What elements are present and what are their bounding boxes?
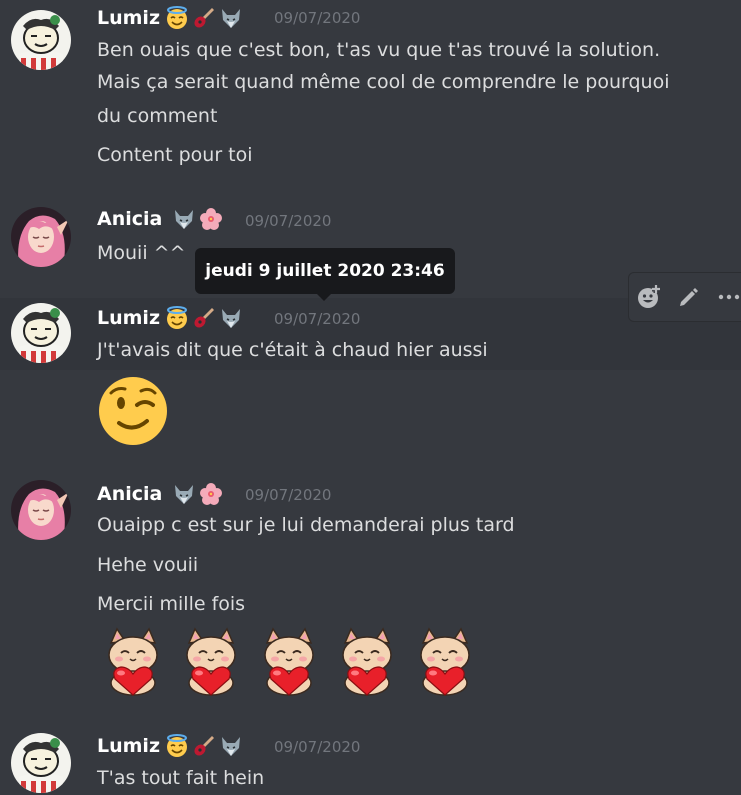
guitar-emoji-icon bbox=[192, 6, 216, 30]
wolf-emoji-icon bbox=[219, 734, 243, 758]
message-line: Mouii ^^ bbox=[97, 242, 186, 264]
wolf-emoji-icon bbox=[172, 482, 196, 506]
add-reaction-button[interactable] bbox=[629, 273, 669, 321]
cat-heart-emoji bbox=[253, 625, 325, 697]
avatar-lumiz[interactable] bbox=[11, 10, 71, 70]
username-badges bbox=[165, 6, 243, 30]
timestamp-tooltip: jeudi 9 juillet 2020 23:46 bbox=[195, 248, 455, 294]
edit-message-button[interactable] bbox=[669, 273, 709, 321]
halo-emoji-icon bbox=[165, 734, 189, 758]
message-actions-toolbar bbox=[628, 272, 741, 322]
avatar-anicia[interactable] bbox=[11, 207, 71, 267]
timestamp[interactable]: 09/07/2020 bbox=[274, 735, 360, 759]
message-line: Ben ouais que c'est bon, t'as vu que t'a… bbox=[97, 39, 661, 61]
add-reaction-icon bbox=[638, 285, 660, 308]
wolf-emoji-icon bbox=[219, 6, 243, 30]
hibiscus-emoji-icon bbox=[199, 207, 223, 231]
winking-face-emoji bbox=[99, 377, 167, 445]
wolf-emoji-icon bbox=[219, 306, 243, 330]
guitar-emoji-icon bbox=[192, 306, 216, 330]
username[interactable]: Anicia bbox=[97, 482, 162, 506]
username-badges bbox=[172, 482, 223, 506]
more-icon bbox=[718, 294, 740, 300]
message-line: J't'avais dit que c'était à chaud hier a… bbox=[97, 339, 488, 361]
wolf-emoji-icon bbox=[172, 207, 196, 231]
username[interactable]: Lumiz bbox=[97, 306, 160, 330]
username[interactable]: Lumiz bbox=[97, 6, 160, 30]
hibiscus-emoji-icon bbox=[199, 482, 223, 506]
message-line: Ouaipp c est sur je lui demanderai plus … bbox=[97, 514, 515, 536]
username[interactable]: Anicia bbox=[97, 207, 162, 231]
timestamp[interactable]: 09/07/2020 bbox=[245, 483, 331, 507]
edit-icon bbox=[680, 288, 698, 306]
cat-heart-emoji bbox=[409, 625, 481, 697]
username-badges bbox=[172, 207, 223, 231]
message-line: Mercii mille fois bbox=[97, 593, 246, 615]
avatar-anicia[interactable] bbox=[11, 480, 71, 540]
avatar-lumiz[interactable] bbox=[11, 733, 71, 793]
timestamp[interactable]: 09/07/2020 bbox=[274, 307, 360, 331]
username-badges bbox=[165, 734, 243, 758]
guitar-emoji-icon bbox=[192, 734, 216, 758]
username-badges bbox=[165, 306, 243, 330]
message-line: Mais ça serait quand même cool de compre… bbox=[97, 71, 670, 93]
timestamp[interactable]: 09/07/2020 bbox=[245, 209, 331, 233]
message-line: Hehe vouii bbox=[97, 554, 199, 576]
cat-heart-emoji bbox=[97, 625, 169, 697]
avatar-lumiz[interactable] bbox=[11, 303, 71, 363]
username[interactable]: Lumiz bbox=[97, 734, 160, 758]
cat-heart-emoji bbox=[175, 625, 247, 697]
halo-emoji-icon bbox=[165, 306, 189, 330]
more-options-button[interactable] bbox=[709, 273, 741, 321]
timestamp[interactable]: 09/07/2020 bbox=[274, 6, 360, 30]
tooltip-arrow bbox=[317, 294, 331, 301]
halo-emoji-icon bbox=[165, 6, 189, 30]
message-line: du comment bbox=[97, 105, 218, 127]
message-line: T'as tout fait hein bbox=[97, 767, 265, 789]
message-line: Content pour toi bbox=[97, 144, 253, 166]
cat-heart-emoji bbox=[331, 625, 403, 697]
